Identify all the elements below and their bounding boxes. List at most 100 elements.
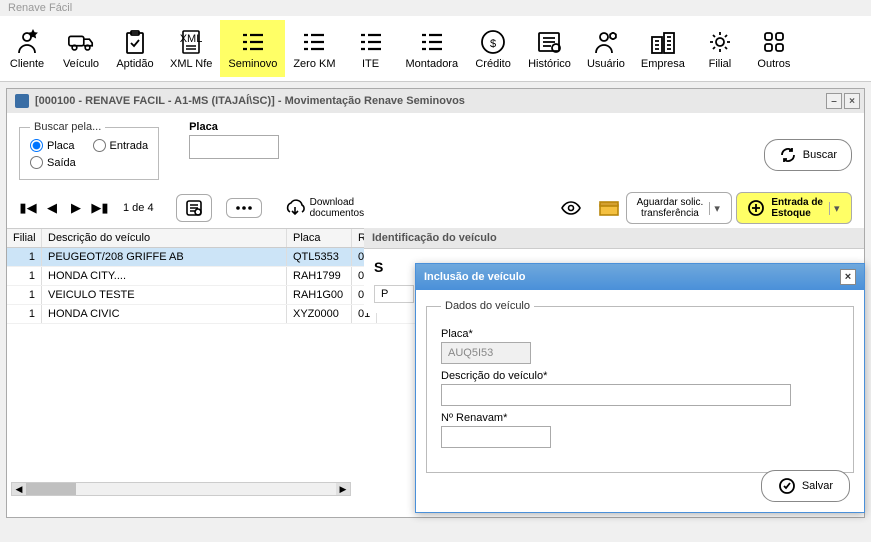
radio-saida-input[interactable] — [30, 156, 43, 169]
radio-saida[interactable]: Saída — [30, 156, 148, 169]
toolbar-label: Crédito — [475, 58, 510, 70]
toolbar-veiculo[interactable]: Veículo — [54, 20, 108, 77]
radio-entrada-input[interactable] — [93, 139, 106, 152]
history-list-icon — [535, 28, 563, 56]
window-icon — [15, 94, 29, 108]
search-area: Buscar pela... Placa Entrada Saída Placa… — [7, 113, 864, 188]
placa-label: Placa — [189, 121, 279, 133]
toolbar-cliente[interactable]: Cliente — [0, 20, 54, 77]
scroll-left-icon[interactable]: ◀ — [12, 483, 26, 495]
details-button[interactable] — [176, 194, 212, 222]
toolbar-seminovo[interactable]: Seminovo — [220, 20, 285, 77]
toolbar-outros[interactable]: Outros — [747, 20, 801, 77]
toolbar-zerokm[interactable]: Zero KM — [285, 20, 343, 77]
toolbar-credito[interactable]: $ Crédito — [466, 20, 520, 77]
entrada-estoque-button[interactable]: Entrada de Estoque ▾ — [736, 192, 852, 224]
window-titlebar: [000100 - RENAVE FACIL - A1-MS (ITAJAÍ\S… — [7, 89, 864, 113]
horizontal-scrollbar[interactable]: ◀ ▶ — [11, 482, 351, 496]
radio-entrada[interactable]: Entrada — [93, 139, 149, 152]
pager-prev[interactable]: ◀ — [43, 198, 61, 218]
toolbar-label: Filial — [709, 58, 732, 70]
inclusao-veiculo-modal: Inclusão de veículo × Dados do veículo P… — [415, 263, 865, 513]
app-title: Renave Fácil — [0, 0, 871, 16]
aguardar-button[interactable]: Aguardar solic. transferência ▾ — [626, 192, 733, 224]
cell-filial: 1 — [7, 267, 42, 285]
toolbar-xmlnfe[interactable]: XML XML Nfe — [162, 20, 220, 77]
modal-placa-label: Placa* — [441, 328, 839, 340]
radio-placa-input[interactable] — [30, 139, 43, 152]
cell-placa: QTL5353 — [287, 248, 352, 266]
modal-titlebar: Inclusão de veículo × — [416, 264, 864, 290]
toolbar-ite[interactable]: ITE — [344, 20, 398, 77]
clipboard-check-icon — [121, 28, 149, 56]
gear-icon — [706, 28, 734, 56]
cell-placa: XYZ0000 — [287, 305, 352, 323]
list-icon — [239, 28, 267, 56]
chevron-down-icon[interactable]: ▾ — [829, 202, 841, 215]
pager-next[interactable]: ▶ — [67, 198, 85, 218]
buscar-button[interactable]: Buscar — [764, 139, 852, 171]
toolbar-usuario[interactable]: Usuário — [579, 20, 633, 77]
pager-first[interactable]: ▮◀ — [19, 198, 37, 218]
pager-last[interactable]: ▶▮ — [91, 198, 109, 218]
toolbar-label: Zero KM — [293, 58, 335, 70]
ident-field[interactable]: P — [374, 285, 414, 303]
xml-doc-icon: XML — [177, 28, 205, 56]
col-desc-header[interactable]: Descrição do veículo — [42, 229, 287, 247]
toolbar-historico[interactable]: Histórico — [520, 20, 579, 77]
toolbar-label: Aptidão — [116, 58, 153, 70]
modal-renavam-label: Nº Renavam* — [441, 412, 839, 424]
more-options-button[interactable] — [226, 198, 262, 218]
plus-circle-icon — [747, 199, 765, 217]
cell-placa: RAH1G00 — [287, 286, 352, 304]
toolbar-aptidao[interactable]: Aptidão — [108, 20, 162, 77]
download-docs-button[interactable]: Download documentos — [276, 193, 372, 223]
chevron-down-icon[interactable]: ▾ — [709, 202, 721, 215]
scroll-right-icon[interactable]: ▶ — [336, 483, 350, 495]
salvar-button[interactable]: Salvar — [761, 470, 850, 502]
check-circle-icon — [778, 477, 796, 495]
buildings-icon — [649, 28, 677, 56]
main-toolbar: Cliente Veículo Aptidão XML XML Nfe Semi… — [0, 16, 871, 82]
list-icon — [418, 28, 446, 56]
window-title-text: [000100 - RENAVE FACIL - A1-MS (ITAJAÍ\S… — [35, 95, 465, 107]
modal-placa-input — [441, 342, 531, 364]
toolbar-label: XML Nfe — [170, 58, 212, 70]
download-label: Download documentos — [310, 197, 364, 219]
truck-icon — [67, 28, 95, 56]
modal-renavam-input[interactable] — [441, 426, 551, 448]
archive-button[interactable] — [596, 197, 622, 219]
cell-placa: RAH1799 — [287, 267, 352, 285]
ident-s-label: S — [374, 259, 383, 275]
scroll-thumb[interactable] — [26, 483, 76, 495]
col-filial-header[interactable]: Filial — [7, 229, 42, 247]
toolbar-empresa[interactable]: Empresa — [633, 20, 693, 77]
dados-veiculo-fieldset: Dados do veículo Placa* Descrição do veí… — [426, 300, 854, 473]
toolbar-label: Histórico — [528, 58, 571, 70]
radio-label: Saída — [47, 157, 76, 169]
radio-placa[interactable]: Placa — [30, 139, 75, 152]
cell-desc: HONDA CIVIC — [42, 305, 287, 323]
ident-panel-title: Identificação do veículo — [364, 228, 864, 249]
minimize-button[interactable]: – — [826, 93, 842, 109]
modal-close-button[interactable]: × — [840, 269, 856, 285]
close-button[interactable]: × — [844, 93, 860, 109]
toolbar-filial[interactable]: Filial — [693, 20, 747, 77]
aguardar-label: Aguardar solic. transferência — [637, 197, 704, 219]
buscar-label: Buscar — [803, 149, 837, 161]
view-button[interactable] — [558, 198, 584, 218]
list-icon — [300, 28, 328, 56]
cell-filial: 1 — [7, 248, 42, 266]
eye-icon — [560, 200, 582, 216]
radio-label: Entrada — [110, 140, 149, 152]
modal-desc-label: Descrição do veículo* — [441, 370, 839, 382]
col-placa-header[interactable]: Placa — [287, 229, 352, 247]
placa-input[interactable] — [189, 135, 279, 159]
fieldset-legend: Dados do veículo — [441, 300, 534, 312]
fieldset-legend: Buscar pela... — [30, 121, 105, 133]
person-star-icon — [13, 28, 41, 56]
toolbar-montadora[interactable]: Montadora — [398, 20, 467, 77]
modal-desc-input[interactable] — [441, 384, 791, 406]
toolbar-label: Veículo — [63, 58, 99, 70]
salvar-label: Salvar — [802, 480, 833, 492]
